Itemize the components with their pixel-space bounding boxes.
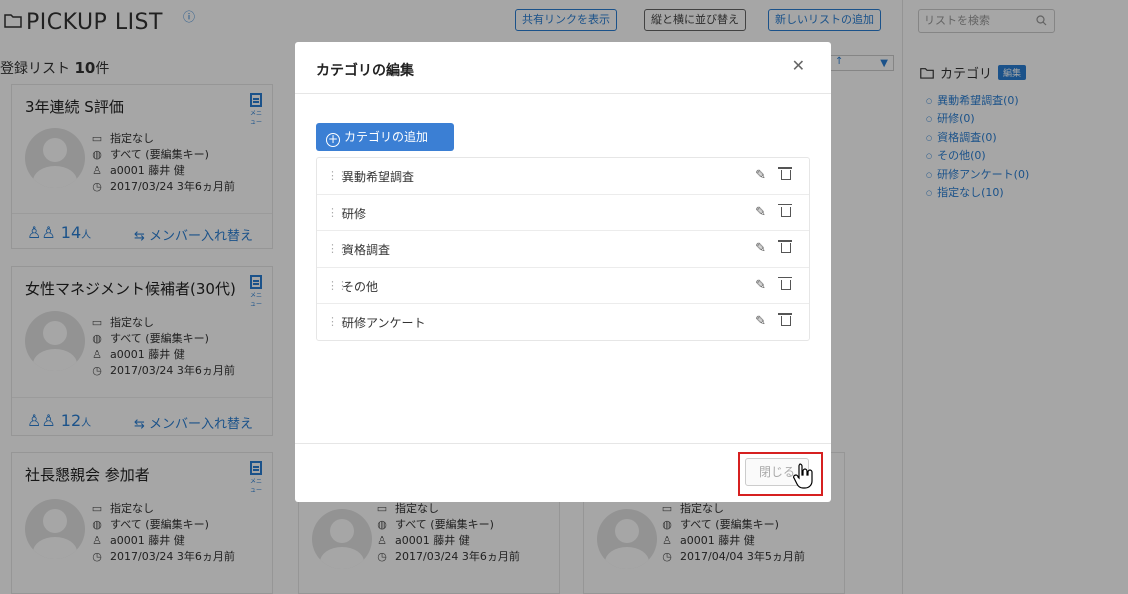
close-icon[interactable]: ✕ bbox=[792, 56, 805, 75]
category-list: ⋮⋮ 異動希望調査 ✎ ⋮⋮ 研修 ✎ ⋮⋮ 資格調査 ✎ ⋮⋮ その他 ✎ ⋮… bbox=[316, 157, 810, 341]
pencil-icon[interactable]: ✎ bbox=[755, 205, 766, 220]
category-edit-modal: カテゴリの編集 ✕ + カテゴリの追加 ⋮⋮ 異動希望調査 ✎ ⋮⋮ 研修 ✎ ⋮… bbox=[295, 42, 831, 502]
add-category-button[interactable]: + カテゴリの追加 bbox=[316, 123, 454, 151]
trash-icon[interactable] bbox=[778, 313, 792, 327]
category-name: その他 bbox=[342, 279, 379, 294]
trash-icon[interactable] bbox=[778, 240, 792, 254]
category-name: 研修 bbox=[342, 206, 367, 221]
category-row: ⋮⋮ 異動希望調査 ✎ bbox=[317, 158, 809, 195]
pencil-icon[interactable]: ✎ bbox=[755, 278, 766, 293]
pencil-icon[interactable]: ✎ bbox=[755, 241, 766, 256]
category-row: ⋮⋮ 研修 ✎ bbox=[317, 195, 809, 232]
hand-cursor-icon bbox=[793, 463, 813, 489]
category-name: 資格調査 bbox=[342, 243, 391, 258]
plus-icon: + bbox=[326, 132, 340, 147]
modal-footer-divider bbox=[295, 443, 831, 444]
category-row: ⋮⋮ 研修アンケート ✎ bbox=[317, 304, 809, 341]
pencil-icon[interactable]: ✎ bbox=[755, 314, 766, 329]
trash-icon[interactable] bbox=[778, 167, 792, 180]
category-name: 異動希望調査 bbox=[342, 170, 415, 184]
category-row: ⋮⋮ その他 ✎ bbox=[317, 268, 809, 305]
trash-icon[interactable] bbox=[778, 276, 792, 290]
category-row: ⋮⋮ 資格調査 ✎ bbox=[317, 231, 809, 268]
category-name: 研修アンケート bbox=[342, 316, 426, 331]
modal-title: カテゴリの編集 bbox=[316, 63, 414, 79]
pencil-icon[interactable]: ✎ bbox=[755, 168, 766, 183]
modal-header: カテゴリの編集 ✕ bbox=[295, 42, 831, 94]
trash-icon[interactable] bbox=[778, 203, 792, 217]
